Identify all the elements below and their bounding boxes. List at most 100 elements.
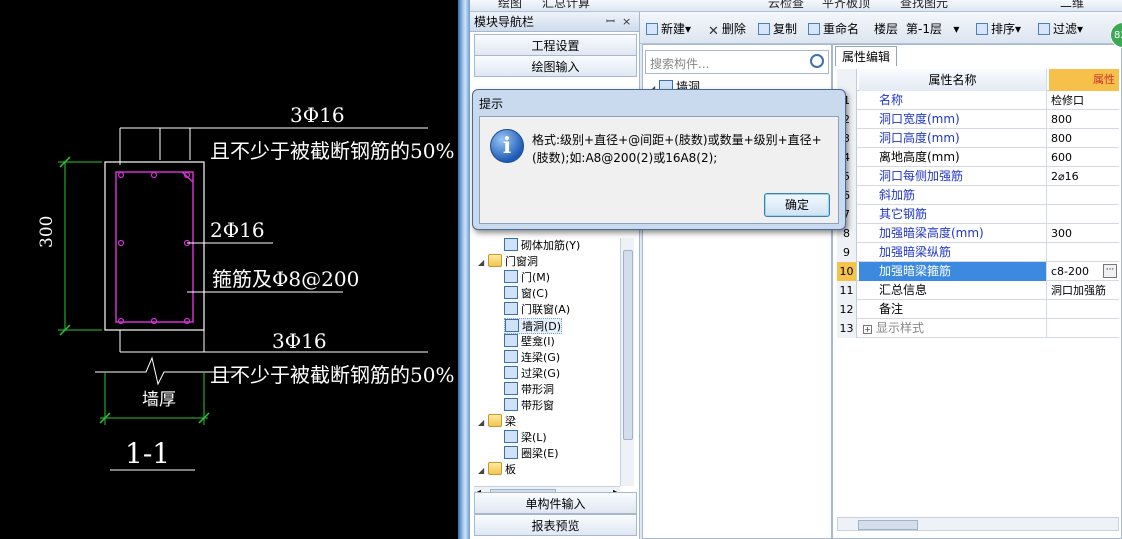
info-icon: i (490, 129, 524, 163)
report-preview-button[interactable]: 报表预览 (474, 514, 637, 536)
property-name-text: 汇总信息 (879, 283, 928, 297)
property-name: 离地高度(mm) (859, 148, 1047, 167)
tree-vscroll[interactable] (620, 238, 634, 486)
ellipsis-button[interactable]: ··· (1103, 264, 1117, 278)
property-value[interactable]: c8-200 ··· (1049, 262, 1119, 281)
search-input[interactable]: 搜索构件... (645, 50, 829, 74)
property-row[interactable]: 2 洞口宽度(mm) 800 (837, 110, 1119, 129)
pin-icon[interactable]: ꟷ (606, 12, 615, 32)
property-value[interactable] (1049, 243, 1119, 262)
tree-folder[interactable]: ◢ 梁 (478, 414, 516, 430)
property-value[interactable]: 800 (1049, 110, 1119, 129)
delete-button[interactable]: ✕ 删除 (708, 20, 746, 39)
rename-button[interactable]: 重命名 (808, 20, 859, 37)
expand-icon[interactable]: ◢ (478, 463, 488, 479)
rebar-top-mid (150, 171, 158, 179)
tree-item[interactable]: 带形窗 (504, 398, 554, 414)
property-name: 洞口宽度(mm) (859, 110, 1047, 129)
property-value[interactable] (1049, 300, 1119, 319)
property-row[interactable]: 13 + 显示样式 (837, 319, 1119, 338)
property-name: + 显示样式 (859, 319, 1047, 338)
property-name: 加强暗梁箍筋 (859, 262, 1047, 281)
ok-button[interactable]: 确定 (764, 193, 830, 217)
tree-item-label: 圈梁(E) (521, 447, 559, 460)
copy-button[interactable]: 复制 (758, 20, 797, 37)
filter-button[interactable]: 过滤▾ (1038, 20, 1083, 37)
search-placeholder: 搜索构件... (650, 57, 710, 71)
tree-folder[interactable]: ◢ 门窗洞 (478, 254, 538, 270)
tree-item-label: 梁 (505, 415, 516, 428)
dialog-message: 格式:级别+直径+@间距+(肢数)或数量+级别+直径+(肢数);如:A8@200… (532, 133, 822, 165)
tree-item[interactable]: 砌体加筋(Y) (504, 238, 580, 254)
property-row[interactable]: 1 名称 检修口 (837, 91, 1119, 110)
property-value[interactable] (1049, 205, 1119, 224)
property-row[interactable]: 8 加强暗梁高度(mm) 300 (837, 224, 1119, 243)
topstrip-calc[interactable]: 汇总计算 (542, 0, 590, 11)
floor-select[interactable]: 第-1层 ▾ (906, 20, 959, 37)
tree-item[interactable]: 窗(C) (504, 286, 548, 302)
property-value[interactable] (1049, 319, 1119, 338)
topstrip-align[interactable]: 平齐板顶 (822, 0, 870, 11)
property-hscroll-thumb[interactable] (858, 520, 918, 530)
topstrip-check[interactable]: 云检查 (768, 0, 804, 11)
property-value[interactable]: 800 (1049, 129, 1119, 148)
row-number: 9 (837, 243, 857, 262)
project-settings-button[interactable]: 工程设置 (474, 34, 637, 56)
copy-label: 复制 (773, 22, 798, 36)
cad-canvas[interactable]: 3Φ16 且不少于被截断钢筋的50% 2Φ16 箍筋及Φ8@200 3Φ16 且… (0, 0, 462, 539)
tree-item[interactable]: 连梁(G) (504, 350, 560, 366)
property-row[interactable]: 7 其它钢筋 (837, 205, 1119, 224)
tree-item[interactable]: 过梁(G) (504, 366, 560, 382)
property-row[interactable]: 6 斜加筋 (837, 186, 1119, 205)
tree-item[interactable]: 圈梁(E) (504, 446, 559, 462)
property-row[interactable]: 11 汇总信息 洞口加强筋 (837, 281, 1119, 300)
delete-icon: ✕ (708, 24, 719, 39)
property-value[interactable]: 2⌀16 (1049, 167, 1119, 186)
property-row[interactable]: 10 加强暗梁箍筋 c8-200 ··· (837, 262, 1119, 281)
rebar-section-drawing: 3Φ16 且不少于被截断钢筋的50% 2Φ16 箍筋及Φ8@200 3Φ16 且… (37, 103, 454, 471)
property-row[interactable]: 12 备注 (837, 300, 1119, 319)
tab-property-edit[interactable]: 属性编辑 (835, 46, 898, 66)
component-icon (504, 238, 518, 251)
tree-item[interactable]: 壁龛(I) (504, 334, 555, 350)
property-row[interactable]: 9 加强暗梁纵筋 (837, 243, 1119, 262)
property-value[interactable]: 洞口加强筋 (1049, 281, 1119, 300)
property-value[interactable]: 600 (1049, 148, 1119, 167)
new-button[interactable]: 新建▾ (646, 20, 691, 37)
draw-input-button[interactable]: 绘图输入 (474, 55, 637, 77)
property-hscroll[interactable] (837, 517, 1119, 531)
topstrip-2d[interactable]: 二维 (1060, 0, 1084, 11)
copy-icon (758, 23, 770, 35)
topstrip-find[interactable]: 查找图元 (900, 0, 948, 11)
property-row[interactable]: 5 洞口每侧加强筋 2⌀16 (837, 167, 1119, 186)
mid-bar-label: 2Φ16 (210, 218, 265, 242)
property-value[interactable]: 300 (1049, 224, 1119, 243)
close-icon[interactable]: × (622, 12, 631, 32)
tree-item[interactable]: 梁(L) (504, 430, 547, 446)
property-row[interactable]: 4 离地高度(mm) 600 (837, 148, 1119, 167)
single-component-button[interactable]: 单构件输入 (474, 492, 637, 514)
tree-item-label: 门(M) (521, 271, 551, 284)
sort-button[interactable]: 排序▾ (976, 20, 1021, 37)
dialog-title: 提示 (479, 97, 504, 111)
property-name: 汇总信息 (859, 281, 1047, 300)
tree-item[interactable]: 门(M) (504, 270, 550, 286)
tree-item[interactable]: 带形洞 (504, 382, 554, 398)
expand-icon[interactable]: ◢ (478, 255, 488, 271)
sort-icon (976, 23, 988, 35)
topstrip-draw[interactable]: 绘图 (498, 0, 522, 11)
tree-folder[interactable]: ◢ 板 (478, 462, 516, 478)
tree-item[interactable]: 门联窗(A) (504, 302, 570, 318)
tree-vscroll-thumb[interactable] (623, 250, 633, 440)
tree-item[interactable]: 墙洞(D) (504, 318, 563, 334)
search-icon[interactable] (810, 54, 824, 68)
property-value[interactable]: 检修口 (1049, 91, 1119, 110)
property-value[interactable] (1049, 186, 1119, 205)
tree-item-label: 门窗洞 (505, 255, 538, 268)
rename-label: 重命名 (823, 22, 860, 36)
property-name: 其它钢筋 (859, 205, 1047, 224)
expand-icon[interactable]: ◢ (478, 415, 488, 431)
property-row[interactable]: 3 洞口高度(mm) 800 (837, 129, 1119, 148)
property-name-text: 备注 (879, 302, 904, 316)
expand-plus-icon[interactable]: + (863, 325, 872, 334)
